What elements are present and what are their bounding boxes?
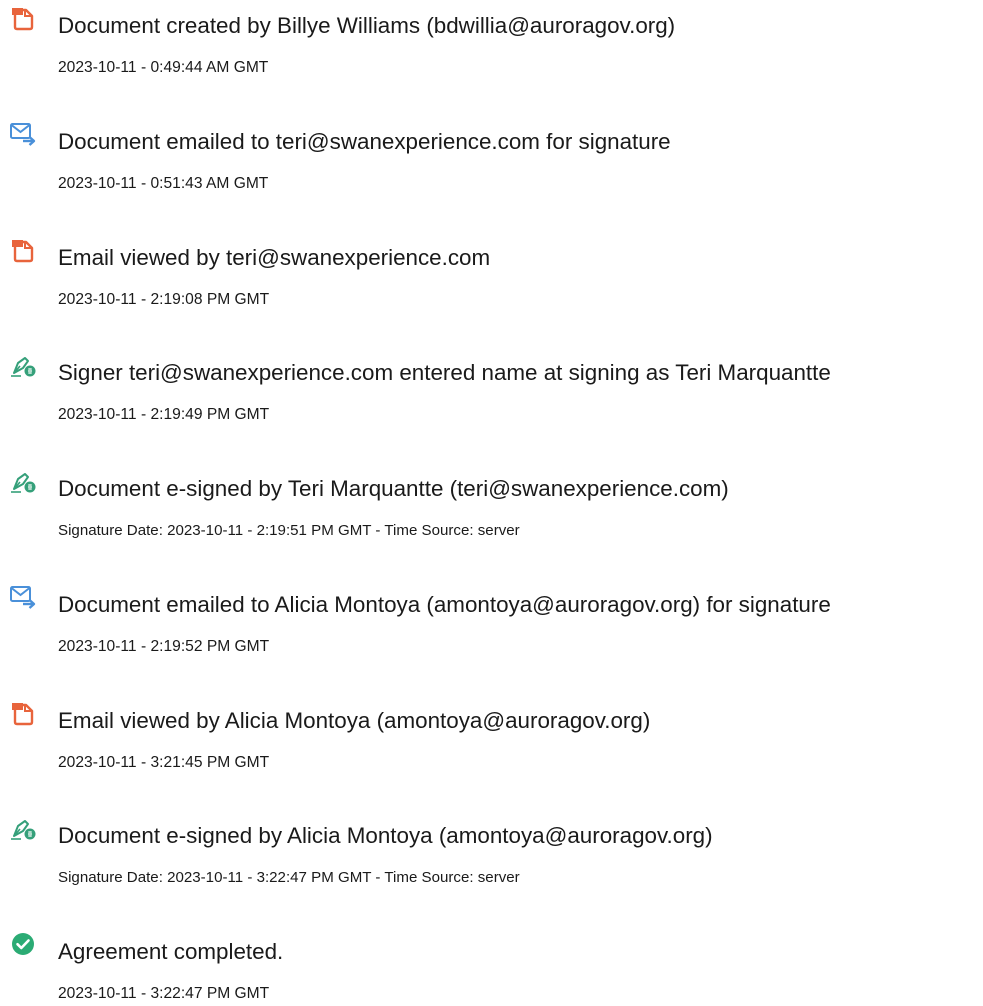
event-title: Document created by Billye Williams (bdw…	[58, 13, 676, 38]
signer-pen-icon	[9, 468, 37, 494]
event-title: Document e-signed by Alicia Montoya (amo…	[58, 823, 713, 848]
signature-date: Signature Date: 2023-10-11 - 2:19:51 PM …	[58, 522, 520, 539]
document-icon	[9, 5, 37, 31]
event-title: Email viewed by teri@swanexperience.com	[58, 245, 491, 270]
event-title: Signer teri@swanexperience.com entered n…	[58, 360, 831, 385]
signature-date: Signature Date: 2023-10-11 - 3:22:47 PM …	[58, 869, 520, 886]
audit-event: Document e-signed by Alicia Montoya (amo…	[0, 810, 983, 890]
event-timestamp: 2023-10-11 - 2:19:52 PM GMT	[58, 638, 270, 655]
event-timestamp: 2023-10-11 - 3:22:47 PM GMT	[58, 985, 270, 1002]
audit-event: Document e-signed by Teri Marquantte (te…	[0, 463, 983, 543]
audit-event: Document emailed to teri@swanexperience.…	[0, 116, 983, 196]
audit-event: Signer teri@swanexperience.com entered n…	[0, 347, 983, 427]
document-icon	[9, 700, 37, 726]
email-sent-icon	[9, 121, 37, 147]
event-title: Document e-signed by Teri Marquantte (te…	[58, 476, 729, 501]
audit-event: Agreement completed. 2023-10-11 - 3:22:4…	[0, 926, 983, 1006]
audit-event-list: Document created by Billye Williams (bdw…	[0, 0, 983, 1002]
signer-pen-icon	[9, 815, 37, 841]
event-timestamp: 2023-10-11 - 0:51:43 AM GMT	[58, 175, 269, 192]
event-timestamp: 2023-10-11 - 0:49:44 AM GMT	[58, 59, 269, 76]
audit-event: Document created by Billye Williams (bdw…	[0, 0, 983, 80]
email-sent-icon	[9, 584, 37, 610]
audit-event: Email viewed by teri@swanexperience.com …	[0, 232, 983, 312]
event-timestamp: 2023-10-11 - 3:21:45 PM GMT	[58, 754, 270, 771]
event-timestamp: 2023-10-11 - 2:19:08 PM GMT	[58, 291, 270, 308]
event-title: Email viewed by Alicia Montoya (amontoya…	[58, 708, 651, 733]
audit-event: Document emailed to Alicia Montoya (amon…	[0, 579, 983, 659]
event-timestamp: 2023-10-11 - 2:19:49 PM GMT	[58, 406, 270, 423]
event-title: Document emailed to Alicia Montoya (amon…	[58, 592, 831, 617]
check-circle-icon	[9, 931, 37, 957]
event-title: Document emailed to teri@swanexperience.…	[58, 129, 671, 154]
audit-event: Email viewed by Alicia Montoya (amontoya…	[0, 695, 983, 775]
event-title: Agreement completed.	[58, 939, 284, 964]
signer-pen-icon	[9, 352, 37, 378]
document-icon	[9, 237, 37, 263]
